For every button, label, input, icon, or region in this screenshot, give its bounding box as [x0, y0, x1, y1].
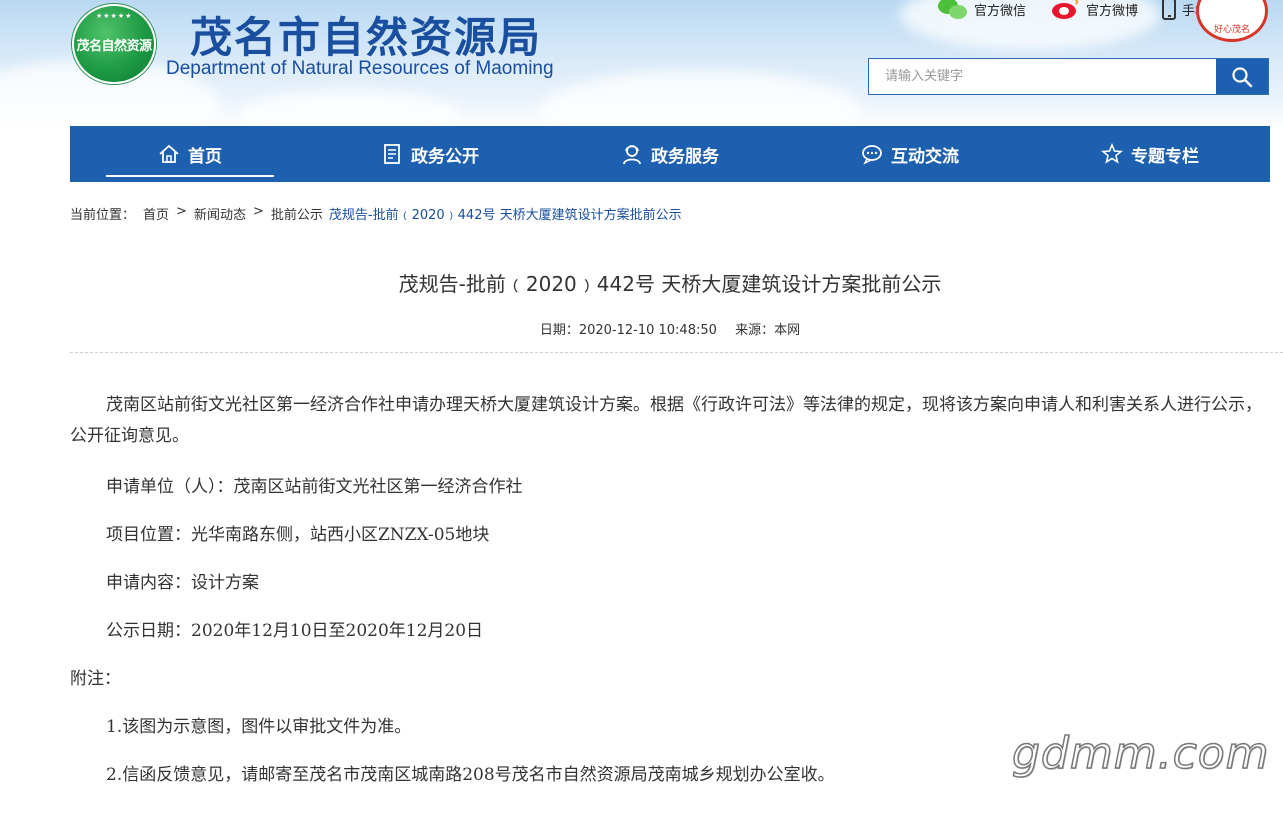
nav-item-home[interactable]: 首页	[70, 126, 310, 182]
article-applicant: 申请单位（人）：茂南区站前街文光社区第一经济合作社	[106, 477, 523, 497]
logo-stars: ★★★★★	[96, 12, 133, 20]
breadcrumb-separator: >	[252, 204, 264, 219]
nav-label-gov-services: 政务服务	[651, 146, 719, 167]
document-icon	[384, 144, 400, 164]
site-logo[interactable]: ★★★★★ 茂名自然资源	[72, 4, 156, 84]
logo-text: 茂名自然资源	[76, 38, 152, 54]
article-notes-title: 附注：	[70, 669, 121, 689]
article-note-2: 2.信函反馈意见，请邮寄至茂名市茂南区城南路208号茂名市自然资源局茂南城乡规划…	[106, 765, 835, 785]
article-date: 日期：2020-12-10 10:48:50	[539, 323, 717, 338]
nav-item-gov-services[interactable]: 政务服务	[550, 126, 790, 182]
article-period: 公示日期：2020年12月10日至2020年12月20日	[106, 621, 484, 641]
article-meta: 日期：2020-12-10 10:48:50 来源：本网	[70, 319, 1270, 338]
breadcrumb: 当前位置： 首页 > 新闻动态 > 批前公示 茂规告-批前﹙2020﹚442号 …	[70, 204, 682, 223]
nav-label-gov-affairs: 政务公开	[411, 146, 479, 167]
breadcrumb-current[interactable]: 茂规告-批前﹙2020﹚442号 天桥大厦建筑设计方案批前公示	[329, 204, 682, 223]
chat-icon	[862, 145, 882, 165]
search-icon	[1232, 66, 1253, 87]
service-person-icon	[623, 145, 641, 165]
wechat-link[interactable]: 官方微信	[937, 0, 1026, 20]
article-content: 申请内容：设计方案	[106, 573, 259, 593]
weibo-label: 官方微博	[1085, 3, 1138, 19]
title-divider	[70, 352, 1283, 353]
article-intro: 茂南区站前街文光社区第一经济合作社申请办理天桥大厦建筑设计方案。根据《行政许可法…	[70, 395, 1262, 446]
wechat-label: 官方微信	[973, 3, 1026, 19]
article-location: 项目位置：光华南路东侧，站西小区ZNZX-05地块	[106, 525, 490, 545]
top-links: 官方微信 官方微博 手机端	[937, 0, 1221, 20]
weibo-link[interactable]: 官方微博	[1050, 0, 1138, 20]
nav-item-special-topics[interactable]: 专题专栏	[1030, 126, 1270, 182]
article-source: 来源：本网	[735, 323, 801, 338]
breadcrumb-prefix: 当前位置：	[70, 208, 136, 223]
breadcrumb-news[interactable]: 新闻动态	[194, 204, 246, 223]
nav-label-interaction: 互动交流	[891, 146, 959, 167]
phone-icon	[1161, 0, 1176, 20]
weibo-icon	[1050, 0, 1080, 20]
nav-item-interaction[interactable]: 互动交流	[790, 126, 1030, 182]
star-badge-icon	[1101, 143, 1123, 164]
nav-label-special-topics: 专题专栏	[1131, 146, 1199, 167]
article-note-1: 1.该图为示意图，图件以审批文件为准。	[106, 717, 412, 737]
search-box	[868, 58, 1269, 95]
badge-logo[interactable]: 好心茂名	[1196, 0, 1268, 42]
nav-item-gov-affairs[interactable]: 政务公开	[310, 126, 550, 182]
breadcrumb-home[interactable]: 首页	[143, 204, 169, 223]
wechat-icon	[937, 0, 968, 20]
breadcrumb-separator: >	[176, 204, 187, 219]
site-title: 茂名市自然资源局	[190, 13, 543, 62]
site-header: ★★★★★ 茂名自然资源 茂名市自然资源局 Department of Natu…	[0, 0, 1283, 130]
article-title: 茂规告-批前﹙2020﹚442号 天桥大厦建筑设计方案批前公示	[398, 272, 942, 296]
search-button[interactable]	[1216, 59, 1268, 94]
badge-text: 好心茂名	[1213, 24, 1250, 35]
home-icon	[159, 144, 179, 163]
search-input[interactable]	[869, 59, 1216, 94]
main-nav: 首页 政务公开 政务服务 互动交流 专题专栏	[70, 126, 1270, 182]
breadcrumb-notice[interactable]: 批前公示	[271, 204, 323, 223]
nav-label-home: 首页	[188, 146, 222, 167]
watermark: gdmm.com	[1011, 727, 1270, 780]
site-title-en: Department of Natural Resources of Maomi…	[166, 58, 554, 79]
